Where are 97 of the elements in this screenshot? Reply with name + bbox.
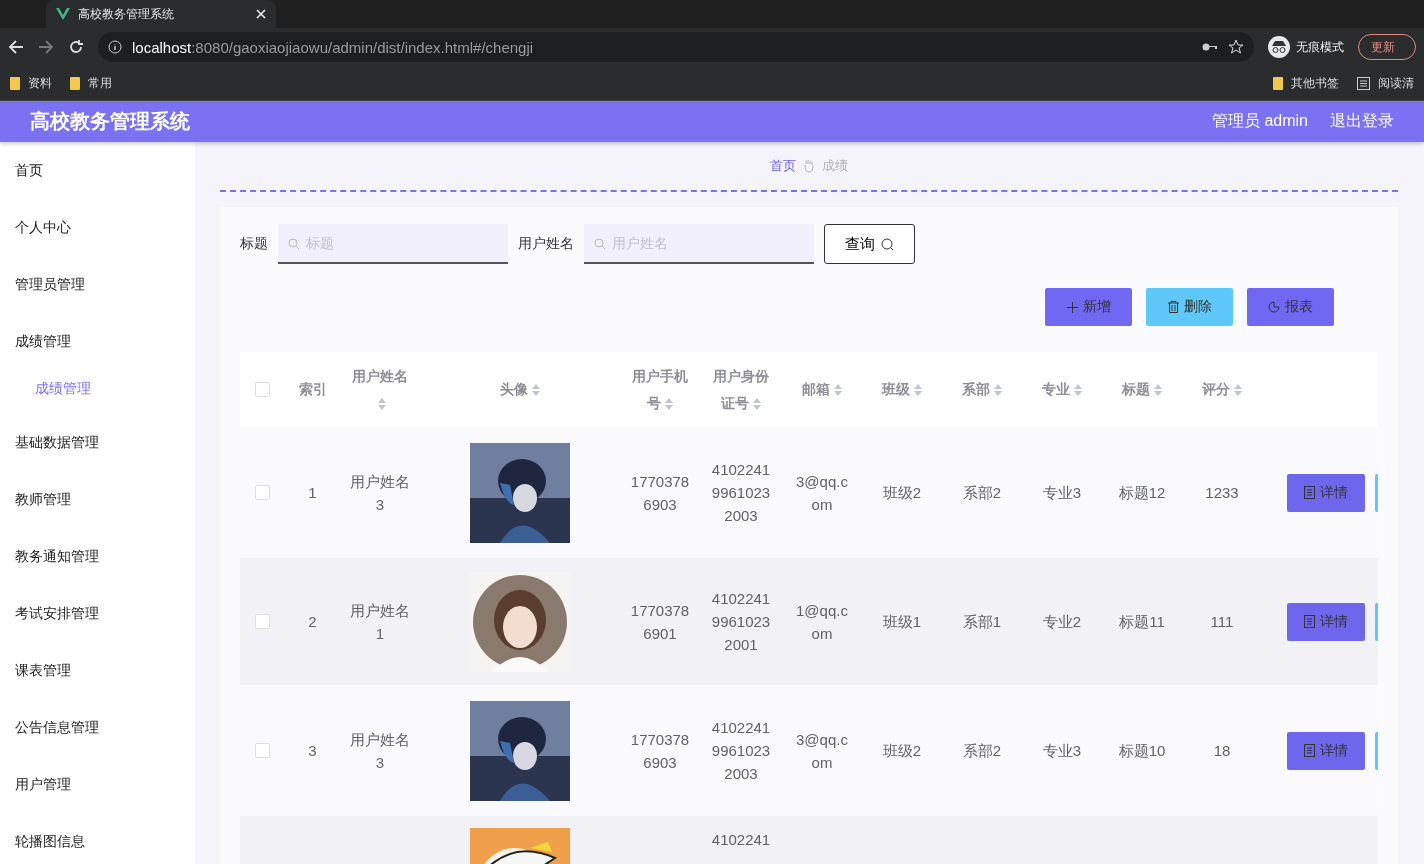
table-cell-text: 班级2 [882, 483, 922, 503]
sidebar-item[interactable]: 基础数据管理 [0, 414, 195, 471]
back-icon[interactable] [8, 39, 24, 55]
query-button[interactable]: 查询 [824, 224, 915, 264]
table-cell-text: 111 [1210, 612, 1234, 632]
tab-title: 高校教务管理系统 [78, 5, 175, 23]
v-logo-icon [56, 8, 70, 20]
folder-icon [70, 76, 80, 90]
reload-icon[interactable] [68, 39, 84, 55]
field-label: 用户姓名 [518, 235, 574, 253]
key-icon[interactable] [1202, 42, 1218, 52]
table-cell-text: 4102241 [711, 830, 771, 850]
app-title: 高校教务管理系统 [30, 109, 191, 134]
sidebar-item[interactable]: 首页 [0, 142, 195, 199]
table-cell-text: 用户姓名3 [350, 729, 410, 773]
sort-icon[interactable] [834, 384, 842, 397]
sort-icon[interactable] [1154, 384, 1162, 397]
delete-button[interactable]: 删除 [1146, 288, 1233, 326]
breadcrumb-item[interactable]: 首页 [770, 157, 796, 175]
table-cell-text: 3@qq.com [795, 471, 849, 515]
trash-icon [1167, 301, 1179, 313]
document-icon [1304, 486, 1315, 499]
sort-icon[interactable] [378, 397, 386, 410]
table-cell-text: 标题10 [1118, 741, 1166, 761]
table-cell-text: 系部2 [962, 483, 1002, 503]
select-all-checkbox[interactable] [255, 382, 270, 397]
table-cell-text: 标题12 [1118, 483, 1166, 503]
browser-tab[interactable]: 高校教务管理系统 [46, 0, 276, 28]
close-icon[interactable] [256, 9, 266, 19]
table-cell-text: 系部1 [962, 612, 1002, 632]
search-icon [881, 237, 894, 251]
table-cell-text: 用户姓名3 [350, 471, 410, 515]
table-cell-text: 班级1 [882, 612, 922, 632]
table-cell-text: 410224199610232003 [711, 718, 771, 784]
document-icon [1304, 744, 1315, 757]
sort-icon[interactable] [914, 384, 922, 397]
sort-icon[interactable] [665, 397, 673, 410]
table-cell-text: 1@qq.com [795, 600, 849, 644]
table-cell-text: 17703786903 [630, 729, 690, 773]
bookmark[interactable]: 其他书签 [1273, 74, 1339, 92]
search-icon [288, 238, 300, 250]
forward-icon[interactable] [38, 39, 54, 55]
url-text: localhost:8080/gaoxiaojiaowu/admin/dist/index.html#/chengji [132, 38, 535, 56]
table-cell-text: 系部2 [962, 741, 1002, 761]
sidebar-item[interactable]: 教师管理 [0, 471, 195, 528]
list-icon [1357, 76, 1370, 90]
row-checkbox[interactable] [255, 614, 270, 629]
plus-icon [1066, 301, 1078, 313]
folder-icon [10, 76, 20, 90]
table-cell-text: 3@qq.com [795, 729, 849, 773]
row-checkbox[interactable] [255, 743, 270, 758]
address-bar[interactable]: localhost:8080/gaoxiaojiaowu/admin/dist/index.html#/chengji [98, 32, 1254, 62]
profile-label: 无痕模式 [1296, 38, 1344, 56]
pie-icon [1268, 301, 1280, 313]
row-checkbox[interactable] [255, 485, 270, 500]
table-cell-text: 1233 [1205, 483, 1239, 503]
sort-icon[interactable] [532, 384, 540, 397]
user-label: 管理员 admin [1211, 111, 1308, 131]
sidebar-item[interactable]: 轮播图信息 [0, 813, 195, 864]
search-icon [594, 238, 606, 250]
table-cell-text: 1 [308, 483, 317, 503]
table-cell-text: 专业3 [1042, 741, 1082, 761]
table-cell-text: 专业3 [1042, 483, 1082, 503]
breadcrumb-item: 成绩 [822, 157, 848, 175]
bookmark[interactable]: 资料 [10, 74, 52, 92]
table-cell-text: 17703786903 [630, 471, 690, 515]
table-cell-text: 17703786901 [630, 600, 690, 644]
sort-icon[interactable] [753, 397, 761, 410]
table-cell-text: 专业2 [1042, 612, 1082, 632]
folder-icon [1273, 76, 1283, 90]
table-cell-text: 3 [308, 741, 317, 761]
table-cell-text: 18 [1213, 741, 1231, 761]
sidebar-item[interactable]: 管理员管理 [0, 256, 195, 313]
table-cell-text: 班级2 [882, 741, 922, 761]
sort-icon[interactable] [1074, 384, 1082, 397]
reading-list[interactable]: 阅读清 [1357, 74, 1414, 92]
table-cell-text: 标题11 [1119, 612, 1165, 632]
sidebar-item[interactable]: 考试安排管理 [0, 585, 195, 642]
sort-icon[interactable] [994, 384, 1002, 397]
incognito-icon[interactable] [1268, 36, 1290, 58]
hand-icon [804, 159, 814, 173]
logout-link[interactable]: 退出登录 [1330, 111, 1394, 132]
sidebar-item[interactable]: 教务通知管理 [0, 528, 195, 585]
sidebar-item[interactable]: 个人中心 [0, 199, 195, 256]
star-icon[interactable] [1228, 39, 1244, 55]
document-icon [1304, 615, 1315, 628]
table-cell-text: 410224199610232001 [711, 589, 771, 655]
info-icon[interactable] [108, 40, 122, 54]
sidebar-item[interactable]: 用户管理 [0, 756, 195, 813]
table-cell-text: 用户姓名1 [350, 600, 410, 644]
table-cell-text: 410224199610232003 [711, 460, 771, 526]
sidebar-item[interactable]: 课表管理 [0, 642, 195, 699]
bookmark[interactable]: 常用 [70, 74, 112, 92]
field-label: 标题 [240, 235, 268, 253]
table-cell-text: 2 [308, 612, 317, 632]
sort-icon[interactable] [1234, 384, 1242, 397]
sidebar-item[interactable]: 公告信息管理 [0, 699, 195, 756]
